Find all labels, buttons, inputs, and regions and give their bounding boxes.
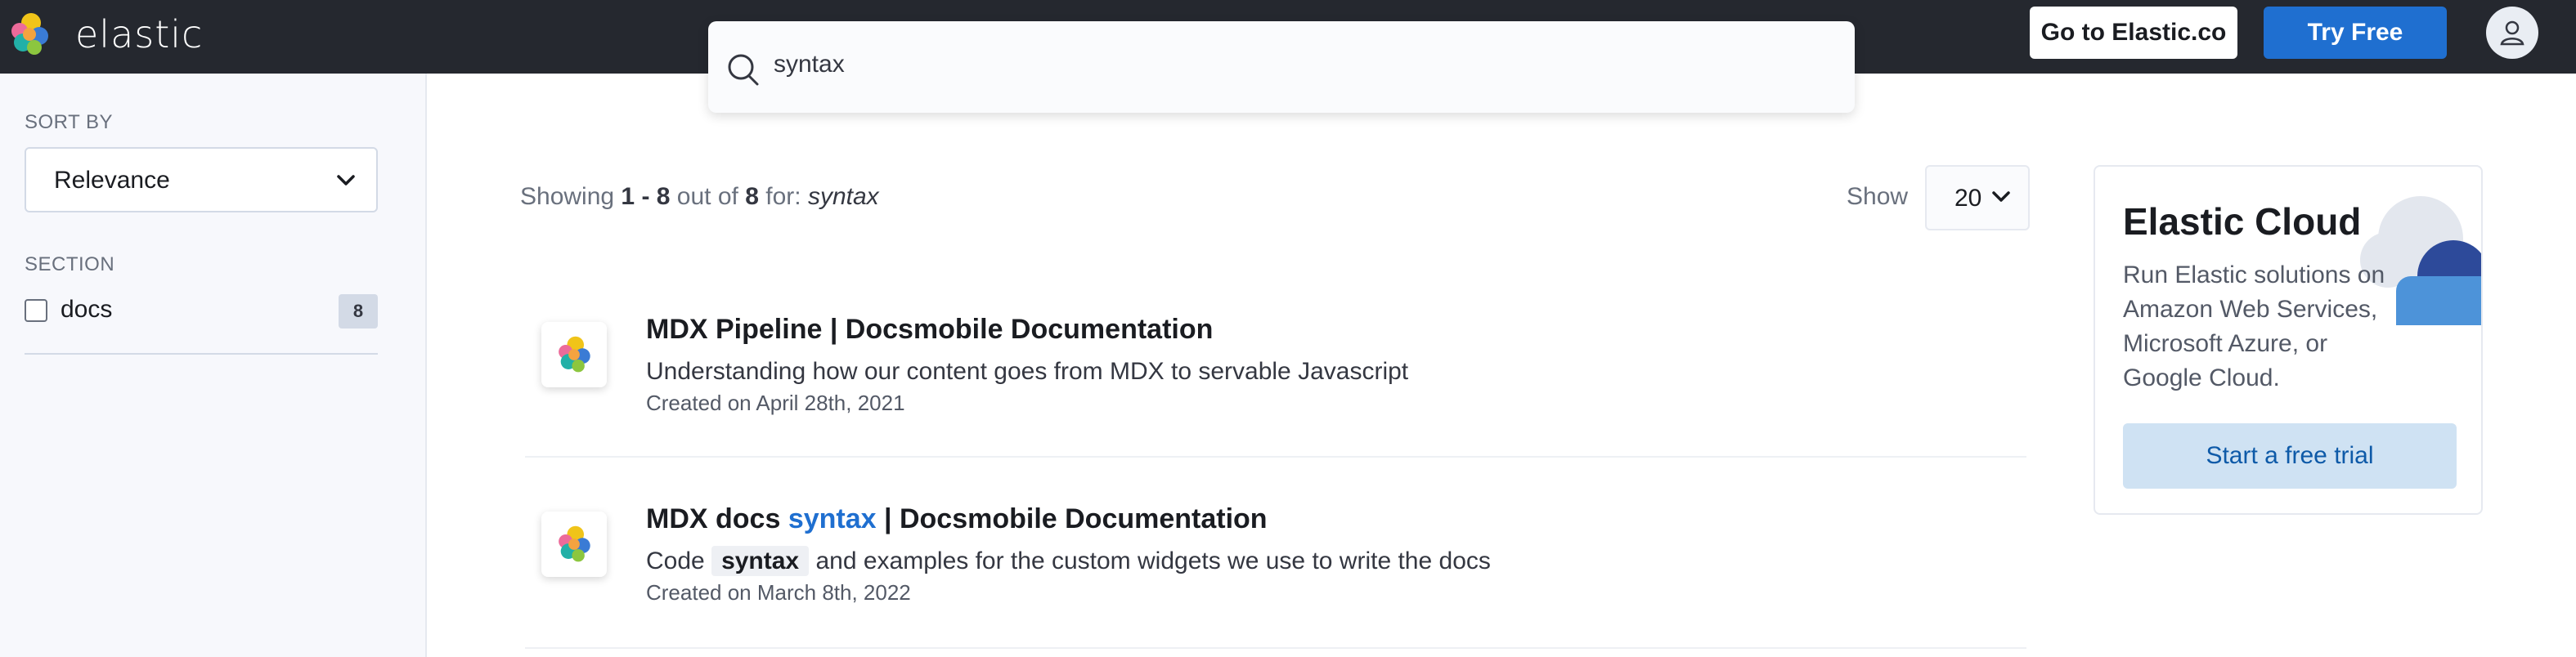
result-logo-icon [541,322,607,387]
try-free-button[interactable]: Try Free [2264,7,2447,59]
go-to-elastic-button[interactable]: Go to Elastic.co [2030,7,2237,59]
results-summary: Showing 1 - 8 out of 8 for: syntax [520,183,879,211]
facet-docs-label[interactable]: docs [61,296,112,324]
summary-range: 1 - 8 [621,183,671,210]
summary-outof: out of [676,183,738,210]
search-input-value: syntax [774,51,845,78]
elastic-logo-icon [11,13,48,55]
sort-by-label: SORT BY [25,111,113,133]
facet-docs-count: 8 [339,294,378,328]
elastic-logo-icon [559,336,590,373]
sort-select-value: Relevance [54,167,170,194]
result-item: MDX Pipeline | Docsmobile Documentation … [520,302,2026,458]
result-title-part: MDX docs [646,503,781,534]
result-item: MDX docs syntax | Docsmobile Documentati… [520,492,2026,657]
user-avatar[interactable] [2486,7,2538,59]
result-divider [525,456,2026,458]
sidebar-divider [25,353,378,355]
elastic-cloud-promo-card: Elastic Cloud Run Elastic solutions on A… [2094,165,2483,515]
summary-for: for: [765,183,801,210]
result-title-link[interactable]: MDX Pipeline | Docsmobile Documentation [646,314,1213,346]
filter-sidebar: SORT BY Relevance SECTION docs 8 [0,74,427,657]
result-desc-part: Code [646,548,705,574]
summary-total: 8 [745,183,759,210]
page-size-select[interactable]: 20 [1925,165,2030,230]
section-label: SECTION [25,253,115,275]
logo-text: elastic [75,12,204,56]
result-desc-code: syntax [711,546,810,576]
promo-text: Run Elastic solutions on Amazon Web Serv… [2123,261,2385,391]
result-divider [525,647,2026,649]
start-free-trial-button[interactable]: Start a free trial [2123,423,2457,489]
summary-prefix: Showing [520,183,615,210]
user-icon [2500,20,2524,46]
result-title-part: | Docsmobile Documentation [884,503,1268,534]
elastic-logo[interactable]: elastic [7,11,203,57]
result-date: Created on March 8th, 2022 [646,580,911,605]
facet-docs-checkbox[interactable] [25,299,47,322]
summary-query: syntax [807,183,879,210]
search-icon [728,54,759,86]
search-input[interactable]: syntax [708,21,1855,113]
page-size-value: 20 [1954,185,1982,212]
chevron-down-icon [337,175,355,185]
result-title-link[interactable]: MDX docs syntax | Docsmobile Documentati… [646,503,1268,535]
result-desc-part: and examples for the custom widgets we u… [815,548,1491,574]
elastic-logo-icon [559,525,590,562]
promo-title: Elastic Cloud [2123,200,2362,243]
chevron-down-icon [1992,191,2010,202]
result-description: Code syntax and examples for the custom … [646,546,1491,576]
result-title-highlight: syntax [788,503,877,534]
result-description: Understanding how our content goes from … [646,358,1409,385]
sort-select[interactable]: Relevance [25,147,378,212]
result-logo-icon [541,512,607,577]
page-size-label: Show [1847,183,1909,210]
result-date: Created on April 28th, 2021 [646,391,905,415]
